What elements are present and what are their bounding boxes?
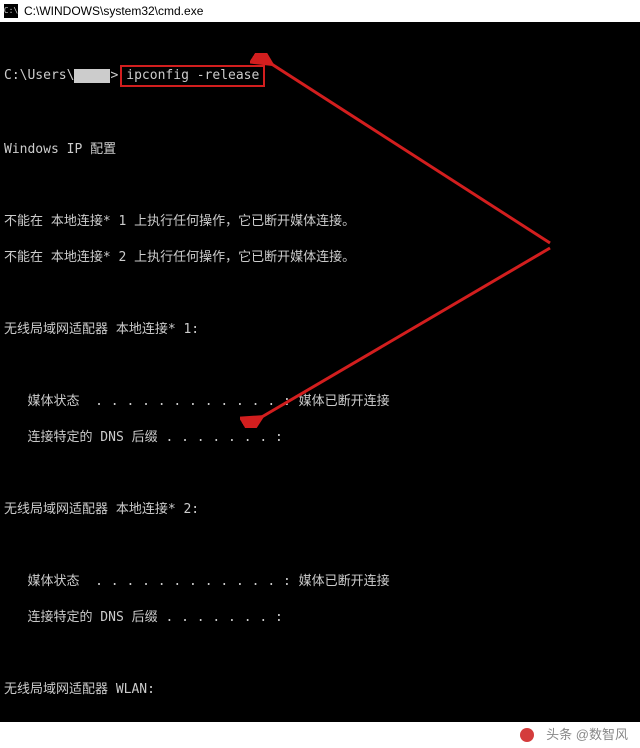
adapter-header: 无线局域网适配器 WLAN: (4, 681, 636, 699)
brand-text: 头条 (546, 727, 572, 742)
titlebar: C:\ C:\WINDOWS\system32\cmd.exe (0, 0, 640, 23)
dns-suffix: 连接特定的 DNS 后缀 . . . . . . . : (4, 609, 636, 627)
adapter-header: 无线局域网适配器 本地连接* 1: (4, 321, 636, 339)
command-1-highlight: ipconfig -release (120, 65, 265, 87)
toutiao-logo (520, 728, 536, 742)
watermark-footer: 头条 @数智风 (0, 722, 640, 748)
dns-suffix: 连接特定的 DNS 后缀 . . . . . . . : (4, 429, 636, 447)
media-state: 媒体状态 . . . . . . . . . . . . : 媒体已断开连接 (4, 573, 636, 591)
error-line: 不能在 本地连接* 1 上执行任何操作，它已断开媒体连接。 (4, 213, 636, 231)
terminal-output[interactable]: C:\Users\>ipconfig -release Windows IP 配… (0, 23, 640, 748)
window-title: C:\WINDOWS\system32\cmd.exe (24, 4, 203, 18)
ip-header: Windows IP 配置 (4, 141, 636, 159)
prompt-line-1: C:\Users\>ipconfig -release (4, 65, 636, 87)
author-text: @数智风 (576, 727, 628, 742)
cmd-icon: C:\ (4, 4, 18, 18)
command-1: ipconfig -release (126, 68, 259, 83)
adapter-header: 无线局域网适配器 本地连接* 2: (4, 501, 636, 519)
user-mask (74, 69, 110, 83)
cmd-window: C:\ C:\WINDOWS\system32\cmd.exe C:\Users… (0, 0, 640, 748)
media-state: 媒体状态 . . . . . . . . . . . . : 媒体已断开连接 (4, 393, 636, 411)
error-line: 不能在 本地连接* 2 上执行任何操作，它已断开媒体连接。 (4, 249, 636, 267)
